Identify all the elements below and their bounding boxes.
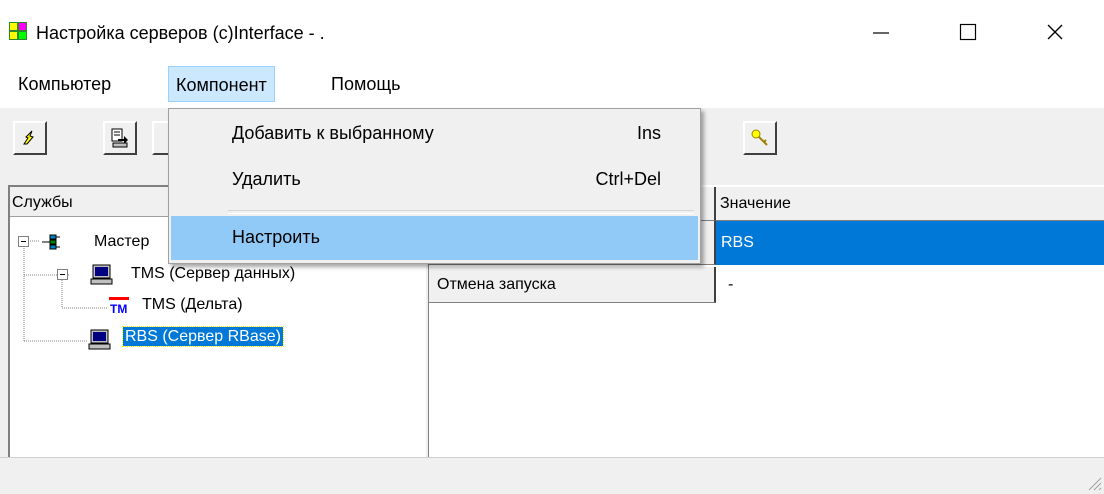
menu-item-add-to-selected[interactable]: Добавить к выбранному Ins	[172, 116, 697, 156]
menu-item-shortcut: Ctrl+Del	[595, 169, 661, 189]
menu-bar	[0, 64, 1104, 109]
window-title: Настройка серверов (c)Interface - .	[36, 23, 325, 43]
menu-item-configure[interactable]: Настроить	[172, 218, 697, 258]
maximize-icon	[959, 23, 977, 41]
grid-value-header[interactable]: Значение	[716, 187, 1104, 221]
key-button[interactable]	[743, 121, 777, 155]
tree-node-rbs-server[interactable]: RBS (Сервер RBase)	[122, 326, 284, 347]
minus-icon	[21, 241, 26, 242]
close-button[interactable]	[1029, 10, 1081, 54]
export-button[interactable]	[103, 121, 137, 155]
export-icon	[111, 128, 128, 148]
app-icon[interactable]	[9, 22, 27, 40]
key-icon	[751, 129, 768, 146]
tree-node-tms-delta[interactable]: TMS (Дельта)	[142, 296, 243, 314]
status-bar	[0, 457, 1104, 494]
grid-row-value[interactable]: RBS	[716, 221, 1104, 265]
svg-text:TM: TM	[110, 302, 127, 316]
minus-icon	[60, 274, 65, 275]
collapse-toggle-tms[interactable]	[57, 269, 68, 280]
grid-row-value[interactable]: -	[720, 267, 1104, 303]
connect-button[interactable]	[13, 121, 47, 155]
collapse-toggle-master[interactable]	[18, 236, 29, 247]
resize-grip-icon[interactable]	[1086, 475, 1102, 491]
tree-node-tms-server[interactable]: TMS (Сервер данных)	[131, 265, 295, 283]
connect-icon	[23, 130, 34, 145]
computer-icon	[88, 329, 111, 350]
close-icon	[1047, 24, 1063, 40]
tree-node-rbs-label: RBS (Сервер RBase)	[122, 326, 284, 347]
minimize-button[interactable]	[855, 10, 907, 54]
grid-row-name[interactable]: Отмена запуска	[429, 267, 716, 303]
menu-component[interactable]: Компонент	[168, 66, 275, 102]
menu-help[interactable]: Помощь	[324, 66, 408, 102]
services-header-label: Службы	[12, 194, 73, 211]
network-icon	[42, 234, 60, 250]
tm-icon: TM	[109, 297, 129, 316]
tree-node-master[interactable]: Мастер	[94, 233, 149, 251]
computer-icon	[90, 264, 113, 285]
menu-item-label: Добавить к выбранному	[232, 123, 434, 143]
menu-separator	[228, 210, 694, 214]
minimize-icon	[873, 32, 889, 34]
menu-item-label: Настроить	[232, 227, 320, 247]
maximize-button[interactable]	[942, 10, 994, 54]
menu-item-shortcut: Ins	[636, 123, 661, 143]
menu-computer[interactable]: Компьютер	[11, 66, 118, 102]
menu-item-label: Удалить	[232, 169, 301, 189]
menu-item-delete[interactable]: Удалить Ctrl+Del	[172, 162, 697, 202]
